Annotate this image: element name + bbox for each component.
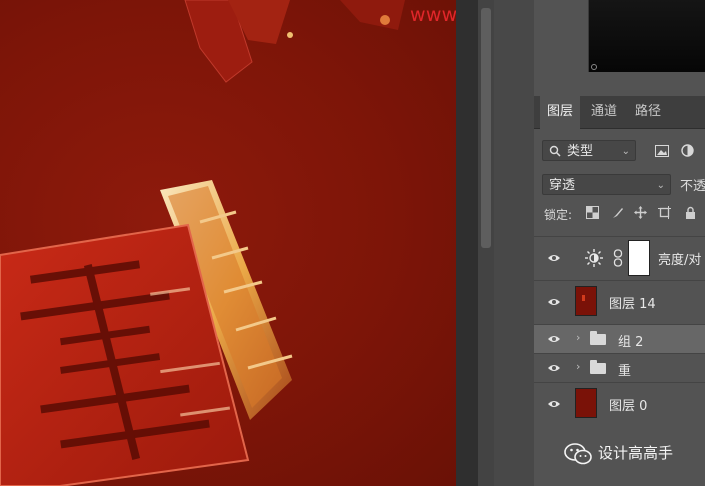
lock-label: 锁定: [544,208,573,222]
canvas-artwork [0,0,405,486]
eye-icon[interactable] [547,251,561,265]
chevron-down-icon: ⌄ [656,180,665,191]
layer-thumbnail[interactable] [575,388,597,418]
folder-icon [590,331,606,345]
watermark-url: www.haoyundiansheji.com [410,4,456,26]
adjustment-filter-icon[interactable] [681,144,694,157]
eye-icon[interactable] [547,397,561,411]
footer-watermark: 设计高高手 [598,444,674,462]
layer-row-group2[interactable]: › 组 2 [534,324,705,353]
scrollbar-thumb[interactable] [481,8,491,248]
layer-filter-select[interactable]: 类型 ⌄ [542,140,636,161]
navigator-preview [588,0,705,72]
lock-all-icon[interactable] [684,206,698,220]
layer-row-zhong[interactable]: › 重 [534,353,705,382]
layer-mask-thumbnail[interactable] [628,240,650,276]
search-icon [549,145,561,157]
blend-mode-select[interactable]: 穿透 ⌄ [542,174,671,195]
blend-mode-value: 穿透 [549,178,576,193]
chevron-down-icon: ⌄ [621,146,630,157]
eye-icon[interactable] [547,295,561,309]
layer-name: 重 [618,364,632,379]
layer-row-layer14[interactable]: 图层 14 [534,280,705,323]
eye-icon[interactable] [547,332,561,346]
lock-image-pixels-icon[interactable] [611,206,625,220]
chevron-right-icon[interactable]: › [576,360,580,373]
layer-name: 图层 14 [609,297,656,312]
chevron-right-icon[interactable]: › [576,331,580,344]
tab-channels[interactable]: 通道 [584,96,624,128]
opacity-label: 不透 [680,179,705,194]
filter-type-label: 类型 [567,144,594,159]
eye-icon[interactable] [547,361,561,375]
panel-edge [494,0,534,486]
lock-position-icon[interactable] [634,206,648,220]
preview-marker [591,64,597,70]
canvas-scrollbar[interactable] [478,0,494,486]
document-canvas[interactable]: www.haoyundiansheji.com [0,0,456,486]
lock-transparent-pixels-icon[interactable] [586,206,600,220]
panel-tabs: 图层 通道 路径 [534,96,705,129]
wechat-icon [564,443,592,465]
layer-row-layer0[interactable]: 图层 0 [534,382,705,425]
lock-artboard-icon[interactable] [658,206,672,220]
canvas-gutter [456,0,478,486]
tab-layers[interactable]: 图层 [540,96,581,129]
tab-paths[interactable]: 路径 [628,96,668,128]
layer-name: 图层 0 [609,399,648,414]
layer-row-brightness[interactable]: 亮度/对 [534,236,705,279]
layer-name: 亮度/对 [658,253,702,268]
folder-icon [590,360,606,374]
brightness-adjustment-icon [585,249,603,267]
image-filter-icon[interactable] [655,145,669,157]
layer-thumbnail[interactable] [575,286,597,316]
chain-link-icon[interactable] [613,249,623,267]
layer-name: 组 2 [618,335,644,350]
